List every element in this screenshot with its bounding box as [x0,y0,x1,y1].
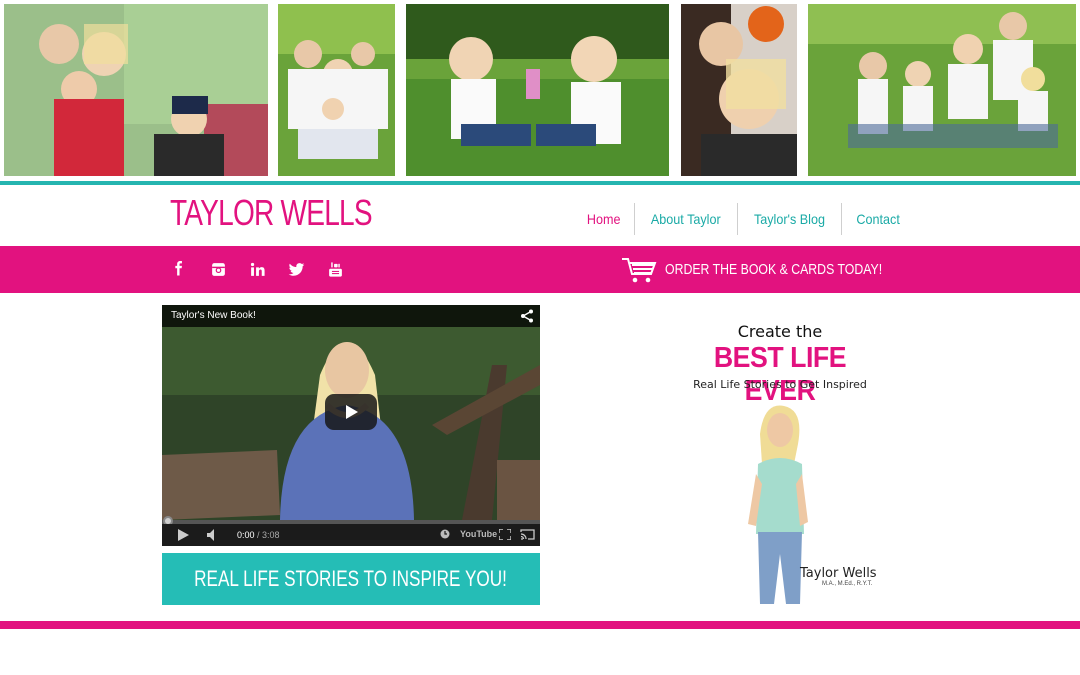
video-time: 0:00 / 3:08 [237,530,280,540]
youtube-logo[interactable]: YouTube [460,529,497,539]
order-book-label: ORDER THE BOOK & CARDS TODAY! [665,261,883,278]
header-divider [0,181,1080,185]
header-photo-strip [0,0,1080,180]
video-title-bar: Taylor's New Book! [162,305,540,327]
inspire-banner[interactable]: REAL LIFE STORIES TO INSPIRE YOU! [162,553,540,605]
cast-icon[interactable] [520,529,535,540]
watch-later-icon[interactable] [440,529,450,539]
site-logo[interactable]: TAYLOR WELLS [170,192,373,234]
linkedin-icon[interactable] [248,260,267,279]
video-duration: / 3:08 [257,530,280,540]
nav-contact[interactable]: Contact [840,203,914,235]
book-subtitle: Real Life Stories to Get Inspired [693,378,867,391]
book-cover[interactable]: Create the BEST LIFE EVER Real Life Stor… [672,312,888,608]
family-photo-2 [278,4,395,176]
nav-home[interactable]: Home [573,203,634,235]
book-create-text: Create the [737,322,823,341]
cart-icon [621,256,657,284]
video-controls: 0:00 / 3:08 YouTube [162,524,540,546]
family-photo-5 [808,4,1076,176]
play-icon [346,405,358,419]
social-bar: ORDER THE BOOK & CARDS TODAY! [0,246,1080,293]
main-nav: Home About Taylor Taylor's Blog Contact [573,203,914,235]
nav-about-taylor[interactable]: About Taylor [634,203,737,235]
book-title: BEST LIFE EVER [713,342,847,407]
nav-taylors-blog[interactable]: Taylor's Blog [736,203,841,235]
family-photo-1 [4,4,268,176]
share-icon[interactable] [519,308,535,324]
facebook-icon[interactable] [170,260,189,279]
twitter-icon[interactable] [287,260,306,279]
play-control-icon[interactable] [178,529,189,541]
video-player[interactable]: Taylor's New Book! 0:00 / 3:08 YouTube [162,305,540,546]
social-links [170,246,345,293]
fullscreen-icon[interactable] [499,529,511,540]
volume-icon[interactable] [207,529,218,541]
footer-divider [0,621,1080,629]
instagram-icon[interactable] [209,260,228,279]
play-button[interactable] [325,394,377,430]
video-title[interactable]: Taylor's New Book! [171,310,256,321]
book-author: Taylor Wells [800,566,877,581]
order-book-link[interactable]: ORDER THE BOOK & CARDS TODAY! [621,246,902,293]
family-photo-3 [406,4,669,176]
current-time: 0:00 [237,530,255,540]
youtube-icon[interactable] [326,260,345,279]
family-photo-4 [681,4,797,176]
book-credentials: M.A., M.Ed., R.Y.T. [822,581,873,587]
inspire-banner-label: REAL LIFE STORIES TO INSPIRE YOU! [194,566,508,591]
